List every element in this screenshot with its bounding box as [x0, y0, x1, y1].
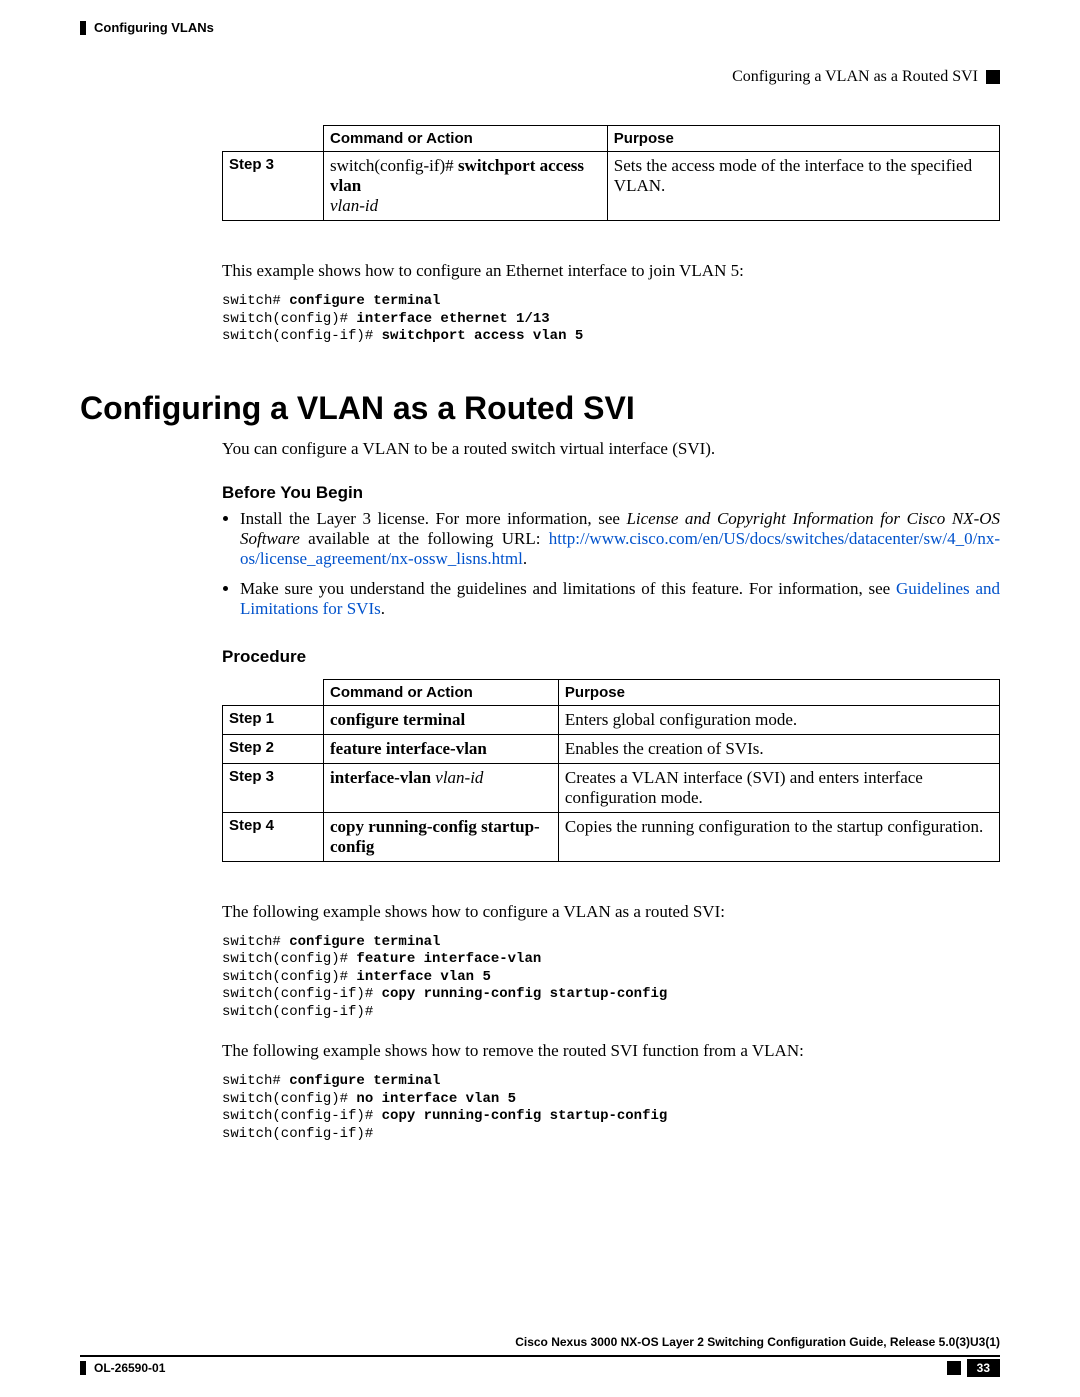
table2-step4: Step 4 [223, 812, 324, 861]
table1-purpose: Sets the access mode of the interface to… [607, 152, 999, 221]
table2-th-action: Command or Action [324, 679, 559, 705]
table2-purpose3: Creates a VLAN interface (SVI) and enter… [558, 763, 999, 812]
example3-intro: The following example shows how to remov… [222, 1041, 1000, 1061]
table1-action: switch(config-if)# switchport access vla… [324, 152, 608, 221]
before-bullets: Install the Layer 3 license. For more in… [240, 509, 1000, 619]
header-right-label: Configuring a VLAN as a Routed SVI [732, 68, 978, 86]
code-block-2: switch# configure terminal switch(config… [222, 934, 1000, 1022]
table2-purpose4: Copies the running configuration to the … [558, 812, 999, 861]
footer-guide-title: Cisco Nexus 3000 NX-OS Layer 2 Switching… [80, 1335, 1000, 1349]
footer-square-icon [947, 1361, 961, 1375]
header-left-label: Configuring VLANs [94, 20, 214, 35]
footer-marker-icon [80, 1361, 86, 1375]
footer-doc-id: OL-26590-01 [94, 1361, 165, 1375]
section-intro: You can configure a VLAN to be a routed … [222, 439, 1000, 459]
header-marker-icon [80, 21, 86, 35]
table2-action4: copy running-config startup-config [324, 812, 559, 861]
code-block-1: switch# configure terminal switch(config… [222, 293, 1000, 346]
example2-intro: The following example shows how to confi… [222, 902, 1000, 922]
table2-action1: configure terminal [324, 705, 559, 734]
table1-step: Step 3 [223, 152, 324, 221]
table1-th-action: Command or Action [324, 126, 608, 152]
command-table-1: Command or Action Purpose Step 3 switch(… [222, 125, 1000, 221]
table2-step1: Step 1 [223, 705, 324, 734]
header-square-icon [986, 70, 1000, 84]
table2-action2: feature interface-vlan [324, 734, 559, 763]
footer-page-number: 33 [967, 1359, 1000, 1377]
code-block-3: switch# configure terminal switch(config… [222, 1073, 1000, 1143]
before-you-begin-heading: Before You Begin [222, 483, 1000, 503]
table2-purpose2: Enables the creation of SVIs. [558, 734, 999, 763]
table2-step2: Step 2 [223, 734, 324, 763]
section-title: Configuring a VLAN as a Routed SVI [80, 390, 1000, 427]
command-table-2: Command or Action Purpose Step 1 configu… [222, 679, 1000, 862]
bullet-2: Make sure you understand the guidelines … [240, 579, 1000, 619]
table1-th-purpose: Purpose [607, 126, 999, 152]
example1-intro: This example shows how to configure an E… [222, 261, 1000, 281]
bullet-1: Install the Layer 3 license. For more in… [240, 509, 1000, 569]
table2-purpose1: Enters global configuration mode. [558, 705, 999, 734]
procedure-heading: Procedure [222, 647, 1000, 667]
table2-th-purpose: Purpose [558, 679, 999, 705]
table2-action3: interface-vlan vlan-id [324, 763, 559, 812]
table2-step3: Step 3 [223, 763, 324, 812]
